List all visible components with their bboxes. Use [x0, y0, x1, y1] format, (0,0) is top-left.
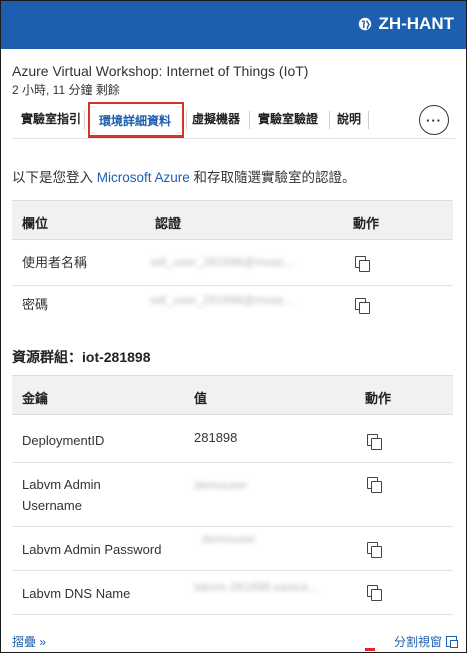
- tab-virtual-machines[interactable]: 虛擬機器: [192, 110, 240, 127]
- key-admin-password: Labvm Admin Password: [22, 542, 162, 557]
- password-value: odl_user_281898@msaz...: [150, 293, 294, 307]
- copy-icon[interactable]: [367, 477, 382, 493]
- tab-divider: [84, 111, 85, 129]
- tab-lab-validation[interactable]: 實驗室驗證: [258, 110, 318, 127]
- copy-icon[interactable]: [367, 434, 382, 450]
- table-row: DeploymentID 281898: [12, 415, 453, 463]
- language-label: ZH-HANT: [378, 14, 454, 33]
- col-credential: 認證: [155, 216, 182, 231]
- credentials-table: 欄位 認證 動作 使用者名稱 odl_user_281898@msaz... 密…: [12, 200, 453, 326]
- copy-icon[interactable]: [367, 585, 382, 601]
- intro-after: 和存取隨選實驗室的認證。: [189, 170, 356, 185]
- username-value: odl_user_281898@msaz...: [150, 255, 294, 269]
- split-view-label: 分割視窗: [393, 635, 442, 649]
- col-action: 動作: [353, 216, 380, 231]
- top-bar: ZH-HANT: [1, 1, 466, 49]
- tabs-divider: [12, 138, 455, 139]
- split-view-link[interactable]: 分割視窗: [393, 633, 458, 650]
- copy-icon[interactable]: [367, 542, 382, 558]
- deployment-id-value: 281898: [194, 430, 238, 445]
- split-window-icon: [446, 636, 458, 648]
- resource-group-title: 資源群組：iot-281898: [12, 349, 151, 365]
- col-action: 動作: [365, 391, 392, 406]
- field-username: 使用者名稱: [22, 255, 88, 270]
- table-row: Labvm DNS Name labvm-281898.eastus...: [12, 571, 453, 615]
- globe-icon: [359, 17, 372, 31]
- copy-icon[interactable]: [355, 298, 370, 314]
- language-selector[interactable]: ZH-HANT: [358, 14, 454, 34]
- key-deployment-id: DeploymentID: [22, 433, 105, 448]
- intro-before: 以下是您登入: [12, 170, 97, 185]
- col-field: 欄位: [22, 216, 49, 231]
- table-row: 密碼 odl_user_281898@msaz...: [12, 286, 453, 326]
- tab-divider: [329, 111, 330, 129]
- lab-title: Azure Virtual Workshop: Internet of Thin…: [12, 63, 309, 79]
- table-row: Labvm Admin Username demouser: [12, 463, 453, 527]
- more-options-button[interactable]: ···: [419, 105, 449, 135]
- credentials-header: 欄位 認證 動作: [12, 200, 453, 240]
- keys-table: 金鑰 值 動作 DeploymentID 281898 Labvm Admin …: [12, 375, 453, 615]
- admin-username-value: demouser: [194, 478, 248, 492]
- admin-password-value: demouser: [202, 532, 256, 546]
- col-value: 值: [194, 391, 208, 406]
- keys-header: 金鑰 值 動作: [12, 375, 453, 415]
- col-key: 金鑰: [22, 391, 49, 406]
- tab-bar: 實驗室指引 環境詳細資料 虛擬機器 實驗室驗證 說明: [12, 102, 459, 140]
- field-password: 密碼: [22, 297, 49, 312]
- more-icon: ···: [426, 112, 442, 128]
- table-row: Labvm Admin Password demouser: [12, 527, 453, 571]
- tab-lab-guide[interactable]: 實驗室指引: [21, 110, 81, 127]
- scroll-indicator: [365, 648, 375, 651]
- time-remaining: 2 小時, 11 分鐘 剩餘: [12, 83, 120, 97]
- table-row: 使用者名稱 odl_user_281898@msaz...: [12, 240, 453, 286]
- tab-environment-details[interactable]: 環境詳細資料: [88, 102, 184, 138]
- collapse-link[interactable]: 摺疊 »: [12, 633, 46, 650]
- key-admin-username: Labvm Admin Username: [22, 477, 101, 513]
- copy-icon[interactable]: [355, 256, 370, 272]
- dns-name-value: labvm-281898.eastus...: [194, 580, 319, 594]
- intro-text: 以下是您登入 Microsoft Azure 和存取隨選實驗室的認證。: [12, 166, 356, 186]
- key-dns-name: Labvm DNS Name: [22, 586, 131, 601]
- tab-divider: [186, 111, 187, 129]
- azure-link[interactable]: Microsoft Azure: [97, 170, 190, 185]
- tab-divider: [249, 111, 250, 129]
- tab-help[interactable]: 說明: [337, 110, 361, 127]
- tab-environment-details-label: 環境詳細資料: [99, 114, 172, 128]
- tab-divider: [368, 111, 369, 129]
